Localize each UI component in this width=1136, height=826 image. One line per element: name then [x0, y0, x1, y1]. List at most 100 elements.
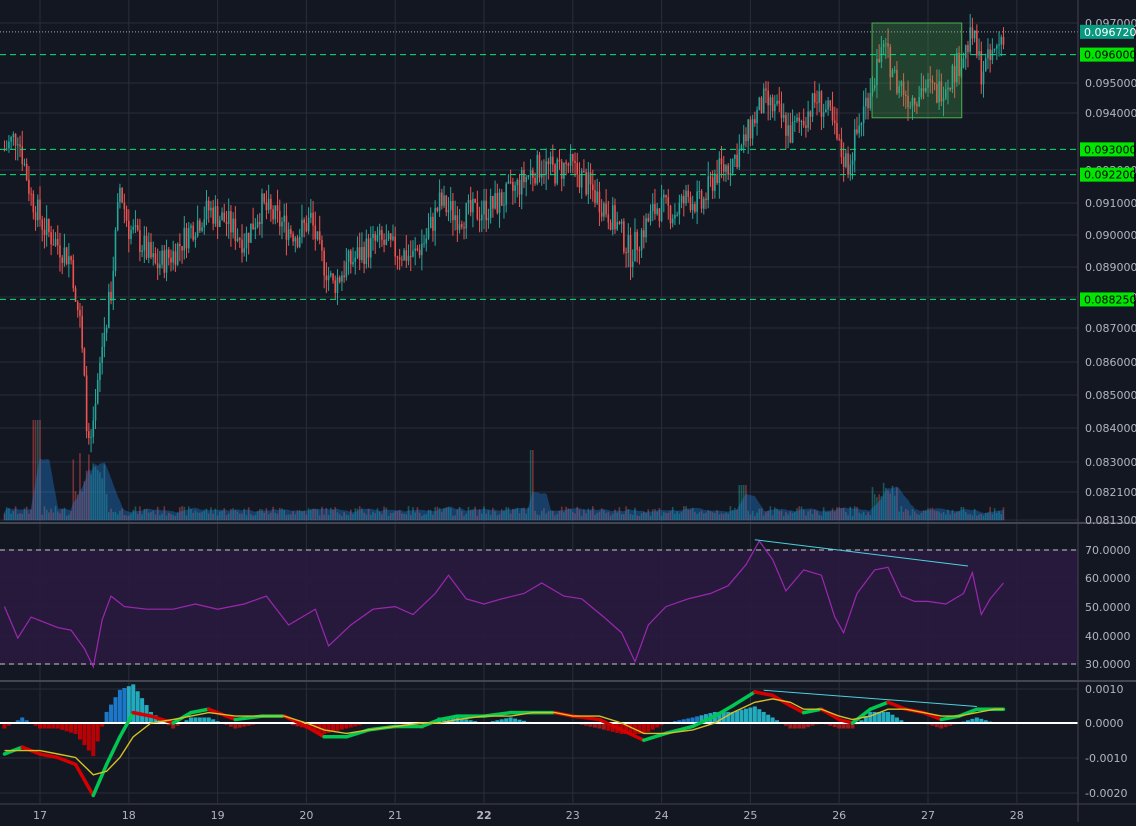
macd-histogram-bar	[95, 723, 100, 742]
candle-body	[472, 198, 474, 213]
candle-body	[216, 206, 219, 227]
candle-body	[154, 253, 157, 264]
candle-body	[827, 100, 829, 110]
candle-body	[108, 291, 110, 328]
candle-body	[656, 208, 658, 214]
macd-histogram-bar	[739, 709, 744, 723]
macd-histogram-bar	[86, 723, 91, 751]
candle-body	[423, 243, 425, 245]
candle-body	[161, 250, 163, 265]
candle-body	[631, 261, 634, 268]
candle-body	[23, 163, 26, 165]
candle-body	[219, 220, 221, 227]
candle-body	[711, 177, 714, 191]
candle-body	[421, 243, 423, 256]
candle-body	[758, 97, 761, 111]
candle-body	[445, 195, 448, 213]
candle-body	[278, 210, 281, 227]
price-axis-tick: 0.094000	[1085, 107, 1136, 120]
candle-body	[998, 44, 1000, 46]
candle-body	[185, 227, 188, 249]
candle-body	[341, 275, 343, 282]
macd-histogram-bar	[113, 697, 118, 723]
candle-body	[72, 260, 75, 289]
candle-body	[636, 231, 638, 251]
candle-body	[869, 92, 872, 109]
time-axis-tick: 28	[1010, 809, 1024, 822]
macd-histogram-bar	[135, 691, 140, 723]
price-axis-tick: 0.082100	[1085, 486, 1136, 499]
candle-body	[432, 216, 434, 231]
candle-body	[980, 50, 983, 85]
candle-body	[971, 27, 974, 39]
candle-body	[987, 49, 989, 59]
candle-body	[978, 50, 980, 56]
candle-body	[1000, 36, 1003, 45]
price-axis-tick: 0.087000	[1085, 322, 1136, 335]
candle-body	[458, 224, 461, 230]
level-label: 0.088250	[1084, 293, 1136, 306]
candle-body	[261, 193, 263, 224]
candle-body	[90, 436, 92, 438]
candle-body	[607, 214, 610, 223]
time-axis-tick: 27	[921, 809, 935, 822]
candle-body	[611, 205, 614, 230]
candle-body	[429, 216, 432, 228]
candle-body	[88, 431, 90, 438]
candle-body	[483, 200, 485, 215]
candle-body	[374, 234, 377, 241]
candle-body	[800, 121, 803, 123]
candle-body	[274, 205, 277, 220]
time-axis-tick: 19	[211, 809, 225, 822]
candle-body	[765, 88, 767, 91]
candle-body	[381, 230, 383, 240]
rsi-axis-tick: 30.0000	[1085, 658, 1131, 671]
candle-body	[512, 181, 514, 191]
candle-body	[378, 230, 381, 236]
macd-histogram-bar	[322, 723, 327, 735]
candle-body	[81, 315, 83, 349]
candle-body	[321, 240, 323, 251]
candle-body	[603, 203, 605, 217]
candle-body	[241, 239, 243, 253]
candle-body	[5, 148, 8, 150]
candle-body	[354, 257, 357, 262]
macd-histogram-bar	[69, 723, 74, 733]
candle-body	[722, 164, 725, 172]
candle-body	[771, 97, 774, 112]
candle-body	[152, 253, 155, 258]
candle-body	[292, 233, 294, 242]
candle-body	[343, 275, 345, 278]
candle-body	[416, 248, 419, 250]
candle-body	[156, 263, 159, 269]
candle-body	[318, 231, 321, 241]
level-label: 0.096000	[1084, 49, 1136, 62]
candle-body	[172, 251, 174, 263]
candle-body	[334, 280, 337, 293]
candle-body	[694, 204, 696, 212]
candle-body	[645, 218, 647, 238]
candle-body	[398, 257, 401, 260]
candle-body	[452, 201, 454, 221]
candle-body	[345, 261, 348, 278]
candle-body	[969, 27, 971, 52]
macd-axis-tick: -0.0020	[1085, 787, 1127, 800]
candle-body	[449, 201, 452, 211]
candle-body	[165, 249, 168, 273]
candle-body	[500, 192, 503, 206]
candle-body	[583, 170, 585, 173]
candle-body	[409, 255, 412, 257]
candle-body	[323, 250, 325, 276]
macd-histogram-bar	[735, 710, 740, 723]
candle-body	[401, 259, 403, 261]
candle-body	[833, 120, 836, 124]
candle-body	[647, 218, 650, 222]
candle-body	[434, 207, 436, 231]
candle-body	[174, 251, 177, 265]
candle-body	[365, 238, 368, 264]
candle-body	[61, 257, 63, 263]
candle-body	[48, 218, 50, 233]
candle-body	[742, 134, 745, 146]
candle-body	[849, 164, 852, 175]
candle-body	[332, 273, 334, 281]
